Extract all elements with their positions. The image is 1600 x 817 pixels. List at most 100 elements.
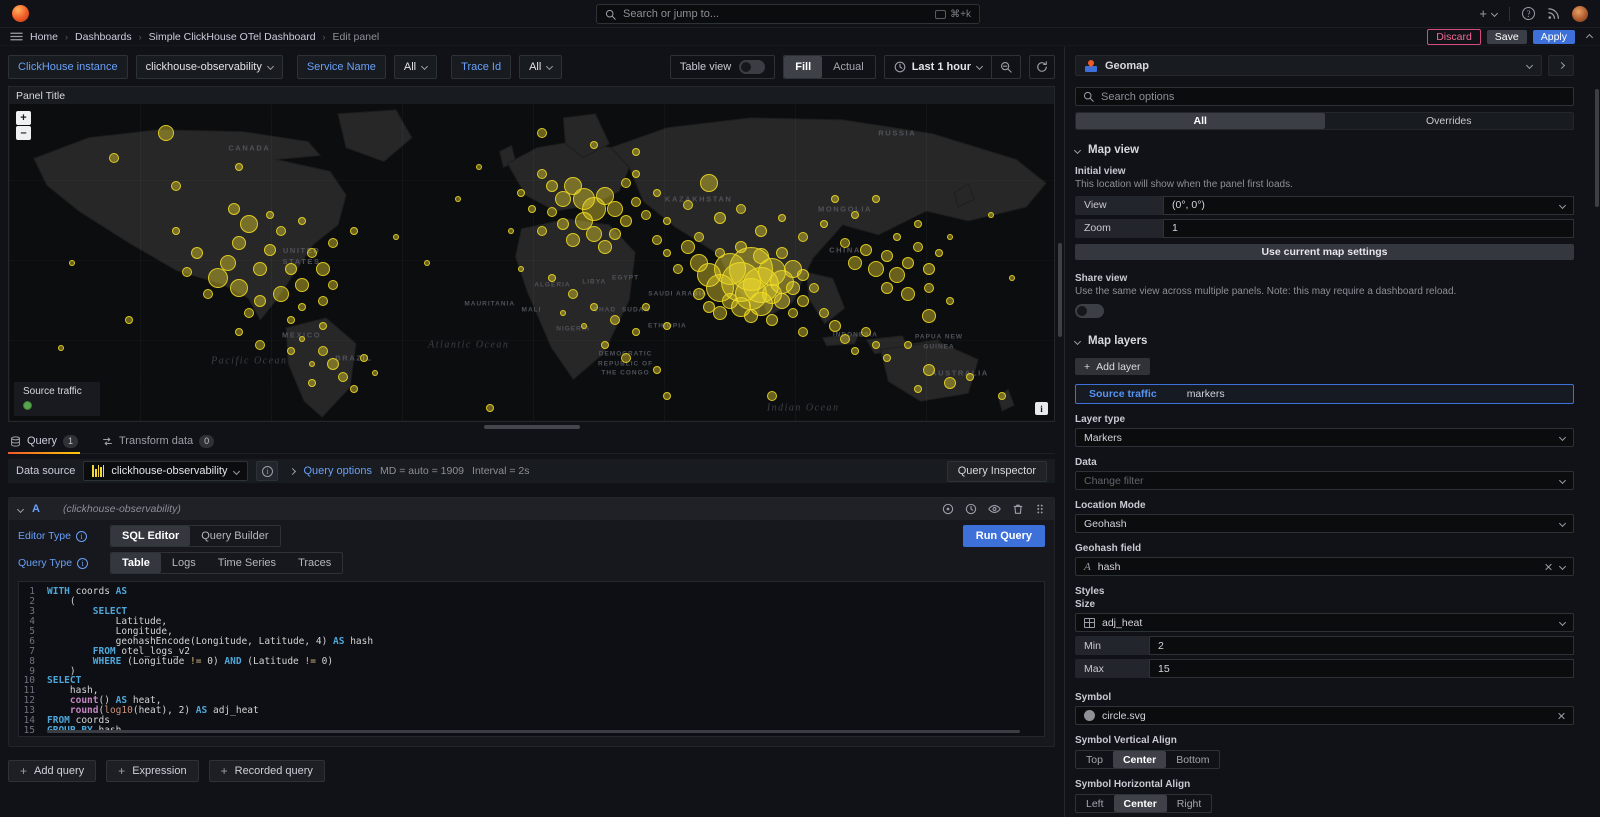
map-marker: [285, 263, 297, 275]
actual-option[interactable]: Actual: [822, 56, 875, 78]
tab-overrides[interactable]: Overrides: [1325, 113, 1574, 129]
clickhouse-instance-select[interactable]: clickhouse-observability: [136, 55, 283, 79]
sql-code-editor[interactable]: 1WITH coords AS2 (3 SELECT4 Latitude,5 L…: [18, 581, 1045, 737]
map-marker: [518, 266, 524, 272]
add-button[interactable]: +: [1479, 6, 1497, 21]
zoom-out-time-button[interactable]: [991, 56, 1020, 78]
valign-top-option[interactable]: Top: [1076, 751, 1113, 768]
layer-type-select[interactable]: Markers: [1075, 428, 1574, 447]
size-field-select[interactable]: adj_heat: [1075, 613, 1574, 632]
valign-center-option[interactable]: Center: [1113, 751, 1166, 768]
service-name-select[interactable]: All: [394, 55, 437, 79]
min-input[interactable]: 2: [1149, 636, 1574, 655]
datasource-help-button[interactable]: i: [256, 461, 278, 481]
tab-query[interactable]: Query 1: [8, 429, 80, 453]
clear-icon[interactable]: [1558, 712, 1565, 719]
help-icon[interactable]: ?: [1522, 7, 1535, 20]
query-options-chevron[interactable]: [289, 467, 296, 474]
collapse-options-button[interactable]: [1548, 55, 1574, 76]
breadcrumb-home[interactable]: Home: [30, 31, 58, 43]
geomap-canvas[interactable]: RUSSIACANADAUNITED STATESMEXICOBRAZILKAZ…: [9, 104, 1054, 421]
halign-center-option[interactable]: Center: [1114, 795, 1167, 812]
clear-icon[interactable]: [1545, 563, 1552, 570]
location-mode-select[interactable]: Geohash: [1075, 514, 1574, 533]
share-view-toggle[interactable]: [1075, 304, 1104, 318]
query-inspector-button[interactable]: Query Inspector: [947, 461, 1047, 482]
time-series-option[interactable]: Time Series: [207, 553, 287, 573]
map-zoom-in-button[interactable]: +: [16, 111, 31, 125]
valign-bottom-option[interactable]: Bottom: [1166, 751, 1219, 768]
query-options-link[interactable]: Query options: [303, 465, 371, 477]
sidebar-scrollbar[interactable]: [1595, 89, 1599, 207]
use-current-map-settings-button[interactable]: Use current map settings: [1075, 244, 1574, 260]
table-view-toggle[interactable]: Table view: [670, 55, 775, 79]
editor-horizontal-scrollbar[interactable]: [47, 730, 1020, 733]
fill-option[interactable]: Fill: [784, 56, 822, 78]
logs-option[interactable]: Logs: [161, 553, 207, 573]
zoom-input[interactable]: 1: [1163, 219, 1574, 238]
breadcrumb-dashboards[interactable]: Dashboards: [75, 31, 132, 43]
view-select[interactable]: (0°, 0°): [1163, 196, 1574, 215]
map-marker: [883, 354, 891, 362]
duplicate-icon[interactable]: [942, 503, 954, 515]
toggle-switch[interactable]: [739, 60, 765, 74]
code-line: 11 hash,: [19, 686, 1044, 696]
sql-editor-option[interactable]: SQL Editor: [111, 526, 190, 546]
geohash-field-select[interactable]: Ahash: [1075, 557, 1574, 576]
panel-resize-handle[interactable]: [484, 425, 580, 429]
news-icon[interactable]: [1547, 7, 1560, 20]
user-avatar[interactable]: [1572, 6, 1588, 22]
table-option[interactable]: Table: [111, 553, 161, 573]
discard-button[interactable]: Discard: [1427, 29, 1481, 45]
time-range-picker[interactable]: Last 1 hour: [885, 56, 991, 78]
recorded-query-button[interactable]: +Recorded query: [209, 760, 325, 782]
panel-title[interactable]: Panel Title: [9, 87, 1054, 104]
query-row-header[interactable]: A (clickhouse-observability): [9, 498, 1054, 520]
datasource-select[interactable]: clickhouse-observability: [83, 461, 248, 481]
tab-all[interactable]: All: [1076, 113, 1325, 129]
save-button[interactable]: Save: [1487, 30, 1527, 44]
eye-icon[interactable]: [988, 503, 1001, 515]
history-icon[interactable]: [965, 503, 977, 515]
global-search-input[interactable]: Search or jump to... ⌘+k: [596, 4, 980, 24]
collapse-header-icon[interactable]: [1586, 33, 1593, 40]
run-query-button[interactable]: Run Query: [963, 525, 1045, 547]
panel-type-select[interactable]: Geomap: [1075, 55, 1542, 76]
grafana-logo-icon[interactable]: [12, 5, 29, 22]
halign-right-option[interactable]: Right: [1167, 795, 1212, 812]
map-marker: [228, 203, 240, 215]
query-builder-option[interactable]: Query Builder: [190, 526, 279, 546]
map-marker: [922, 309, 936, 323]
max-input[interactable]: 15: [1149, 659, 1574, 678]
add-layer-button[interactable]: +Add layer: [1075, 358, 1150, 375]
tab-transform-data[interactable]: Transform data 0: [100, 429, 216, 453]
map-marker: [904, 341, 912, 349]
map-marker: [537, 169, 547, 179]
menu-icon[interactable]: [10, 30, 23, 43]
map-marker: [548, 274, 556, 282]
map-zoom-out-button[interactable]: –: [16, 126, 31, 140]
map-marker: [767, 391, 777, 401]
refresh-button[interactable]: [1029, 55, 1055, 79]
collapse-query-icon[interactable]: [17, 505, 24, 512]
options-search-input[interactable]: Search options: [1075, 87, 1574, 106]
breadcrumb-dashboard-name[interactable]: Simple ClickHouse OTel Dashboard: [149, 31, 316, 43]
apply-button[interactable]: Apply: [1533, 30, 1575, 44]
trace-id-select[interactable]: All: [519, 55, 562, 79]
add-query-button[interactable]: +Add query: [8, 760, 96, 782]
layer-item-source-traffic[interactable]: Source traffic markers: [1075, 384, 1574, 404]
map-view-section-header[interactable]: Map view: [1075, 144, 1574, 156]
map-attribution-button[interactable]: i: [1035, 402, 1048, 415]
expression-button[interactable]: +Expression: [106, 760, 198, 782]
halign-left-option[interactable]: Left: [1076, 795, 1114, 812]
traces-option[interactable]: Traces: [287, 553, 342, 573]
data-filter-select[interactable]: Change filter: [1075, 471, 1574, 490]
map-marker: [620, 215, 632, 227]
map-layers-section-header[interactable]: Map layers: [1075, 335, 1574, 347]
left-pane-scrollbar[interactable]: [1058, 243, 1062, 337]
trash-icon[interactable]: [1012, 503, 1024, 515]
symbol-select[interactable]: circle.svg: [1075, 706, 1574, 725]
drag-handle-icon[interactable]: [1035, 503, 1045, 515]
table-field-icon: [1084, 618, 1095, 628]
map-marker: [798, 327, 808, 337]
